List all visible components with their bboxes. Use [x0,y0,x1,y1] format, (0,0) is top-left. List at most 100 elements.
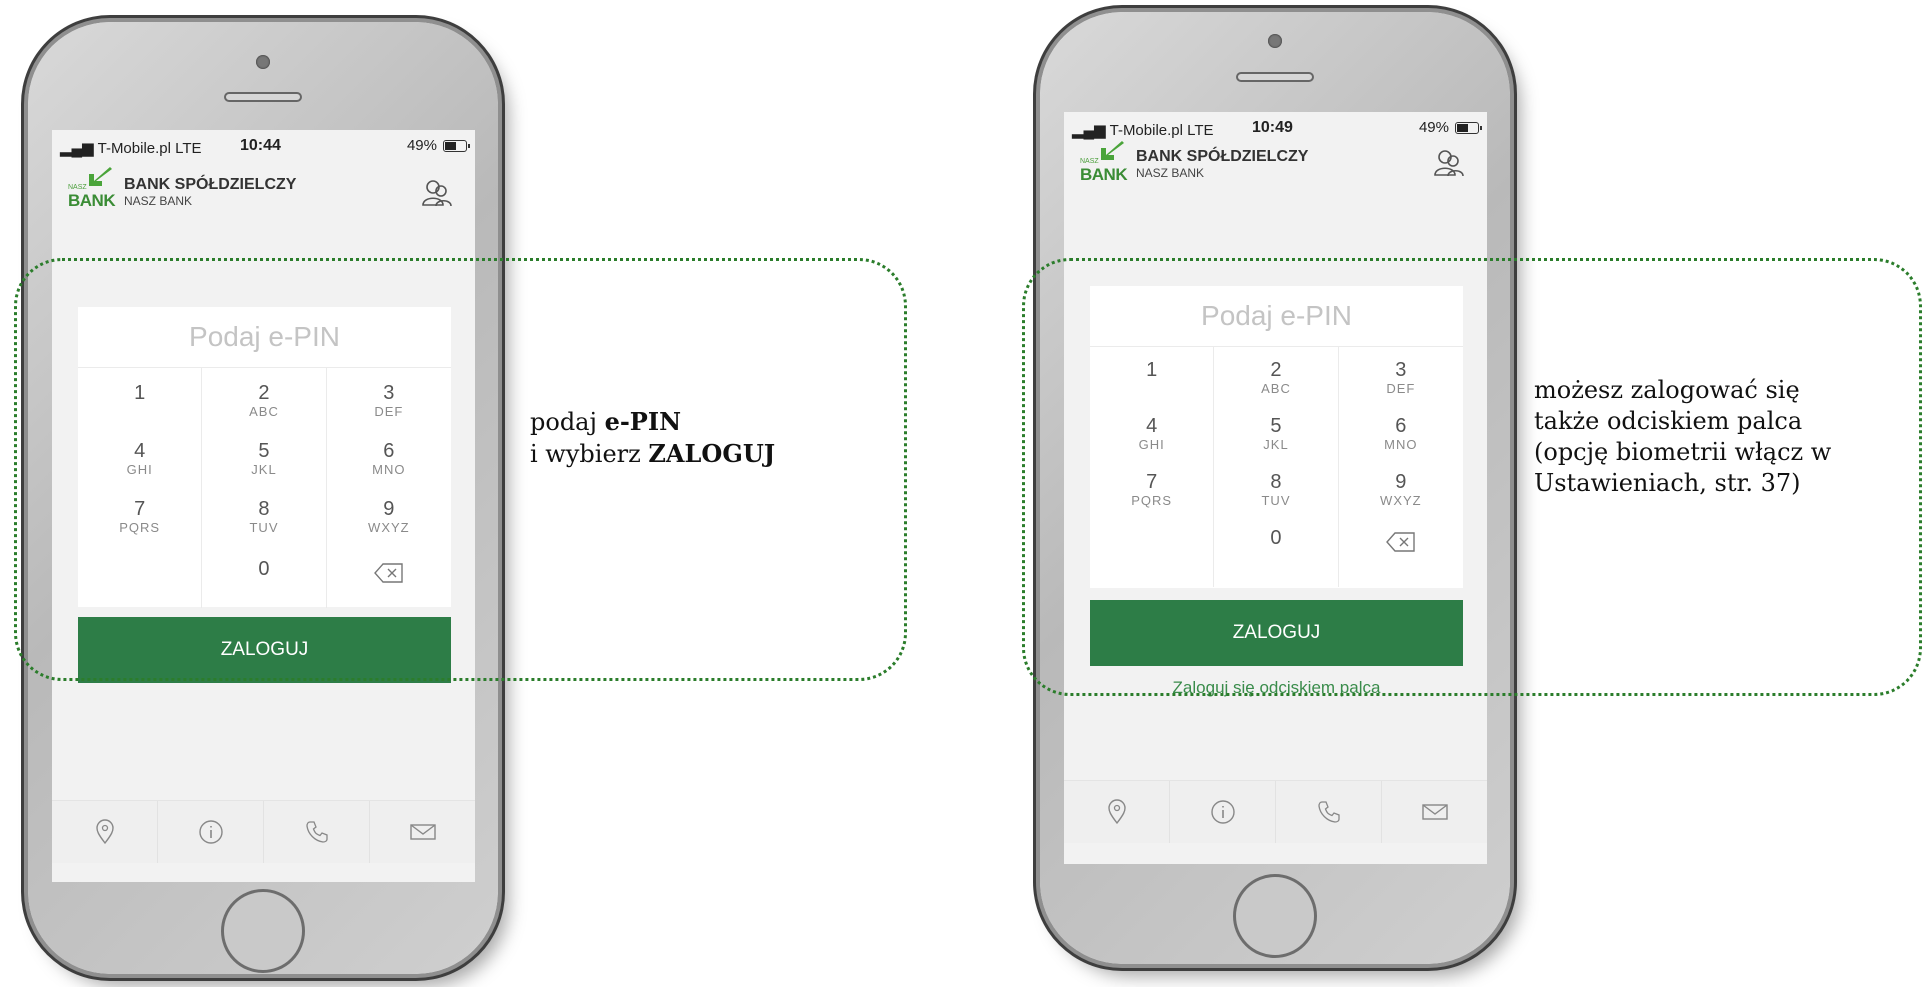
clock: 10:49 [1252,119,1293,136]
bank-brand: BANK SPÓŁDZIELCZY NASZ BANK [124,176,296,208]
key-4[interactable]: 4 GHI [78,428,203,488]
key-7[interactable]: 7 PQRS [1090,467,1215,527]
key-9[interactable]: 9 WXYZ [1339,467,1463,527]
key-digit: 4 [134,440,146,462]
caption-left: podaj e-PIN i wybierz ZALOGUJ [530,406,775,470]
key-4[interactable]: 4 GHI [1090,407,1215,467]
signal-bars-icon: ▂▄▆ [1072,122,1106,139]
info-button[interactable] [158,801,264,863]
call-button[interactable] [264,801,370,863]
info-icon [198,820,223,844]
key-7[interactable]: 7 PQRS [78,488,203,548]
key-letters: DEF [374,404,404,419]
user-switch-icon[interactable] [1432,146,1466,180]
caption-line-1: podaj e-PIN [530,406,775,438]
fingerprint-login-link[interactable]: Zaloguj się odciskiem palca [1090,678,1463,698]
key-backspace[interactable] [327,548,451,608]
caption-line-2: także odciskiem palca [1534,407,1803,435]
key-letters: MNO [372,462,406,477]
key-8[interactable]: 8 TUV [202,488,327,548]
app-header: NASZ BANK BANK SPÓŁDZIELCZY NASZ BANK [1064,141,1487,190]
key-digit: 2 [1270,359,1282,381]
pin-prompt[interactable]: Podaj e-PIN [78,307,451,368]
key-2[interactable]: 2 ABC [202,368,327,428]
key-6[interactable]: 6 MNO [327,428,451,488]
key-letters: WXYZ [368,520,410,535]
key-2[interactable]: 2 ABC [1214,347,1339,407]
login-button[interactable]: ZALOGUJ [78,617,451,683]
location-pin-icon [95,819,114,845]
location-button[interactable] [1064,781,1170,843]
key-5[interactable]: 5 JKL [1214,407,1339,467]
home-button[interactable] [221,889,305,973]
mail-button[interactable] [370,801,475,863]
phone-screen: ▂▄▆ T-Mobile.pl LTE 10:49 49% NASZ BANK … [1064,112,1487,864]
caption-text: podaj [530,408,605,436]
key-digit: 8 [1270,471,1282,493]
key-3[interactable]: 3 DEF [327,368,451,428]
key-8[interactable]: 8 TUV [1214,467,1339,527]
key-digit: 9 [1395,471,1407,493]
key-letters: GHI [1138,437,1165,452]
user-switch-icon[interactable] [420,176,454,210]
key-6[interactable]: 6 MNO [1339,407,1463,467]
logo-big-text: BANK [68,191,116,210]
key-digit: 6 [1395,415,1407,437]
bank-name: BANK SPÓŁDZIELCZY [124,176,297,193]
key-digit: 5 [258,440,270,462]
key-digit: 8 [258,498,270,520]
location-pin-icon [1107,799,1126,825]
key-1[interactable]: 1 [78,368,203,428]
key-5[interactable]: 5 JKL [202,428,327,488]
key-0[interactable]: 0 [1214,527,1339,587]
backspace-icon [1385,532,1415,552]
login-button[interactable]: ZALOGUJ [1090,600,1463,666]
key-3[interactable]: 3 DEF [1339,347,1463,407]
key-letters: DEF [1386,381,1416,396]
key-digit: 5 [1270,415,1282,437]
app-header: NASZ BANK BANK SPÓŁDZIELCZY NASZ BANK [52,160,475,222]
caption-line-2: i wybierz ZALOGUJ [530,438,775,470]
call-button[interactable] [1276,781,1382,843]
location-button[interactable] [52,801,158,863]
caption-right: możesz zalogować się także odciskiem pal… [1534,375,1831,499]
camera-icon [1268,34,1282,48]
carrier-label: T-Mobile.pl LTE [97,140,202,157]
bank-logo: NASZ BANK [68,167,116,210]
key-digit: 7 [1146,471,1158,493]
key-letters: WXYZ [1380,493,1422,508]
bank-subname: NASZ BANK [1136,166,1205,180]
key-digit: 4 [1146,415,1158,437]
key-1[interactable]: 1 [1090,347,1215,407]
arrow-logo-icon [1101,141,1124,160]
battery-percent: 49% [406,137,437,154]
arrow-logo-icon [89,167,112,186]
bottom-bar [1064,780,1487,843]
key-letters: GHI [126,462,153,477]
home-button[interactable] [1233,874,1317,958]
key-0[interactable]: 0 [202,548,327,608]
camera-icon [256,55,270,69]
info-button[interactable] [1170,781,1276,843]
logo-big-text: BANK [1080,165,1128,184]
pin-prompt[interactable]: Podaj e-PIN [1090,286,1463,347]
battery-icon [1455,121,1482,134]
pin-panel: Podaj e-PIN 1 2 ABC 3 DEF 4 GHI 5 JKL 6 MNO 7… [1090,286,1463,588]
clock: 10:44 [240,137,281,154]
key-letters: TUV [249,520,279,535]
key-9[interactable]: 9 WXYZ [327,488,451,548]
key-letters: ABC [249,404,279,419]
key-backspace[interactable] [1339,527,1463,587]
caption-line-1: możesz zalogować się [1534,376,1800,404]
status-bar: ▂▄▆ T-Mobile.pl LTE 10:44 49% [52,130,475,160]
bank-name: BANK SPÓŁDZIELCZY [1136,148,1309,165]
signal-bars-icon: ▂▄▆ [60,140,94,157]
key-empty [78,548,203,608]
key-digit: 3 [383,382,395,404]
key-digit: 1 [1146,359,1158,381]
phone-icon [1317,801,1340,823]
pin-keypad: 1 2 ABC 3 DEF 4 GHI 5 JKL 6 MNO 7 PQRS 8 TUV 9W… [78,368,451,608]
mail-button[interactable] [1382,781,1487,843]
key-letters: PQRS [119,520,161,535]
info-icon [1210,800,1235,824]
